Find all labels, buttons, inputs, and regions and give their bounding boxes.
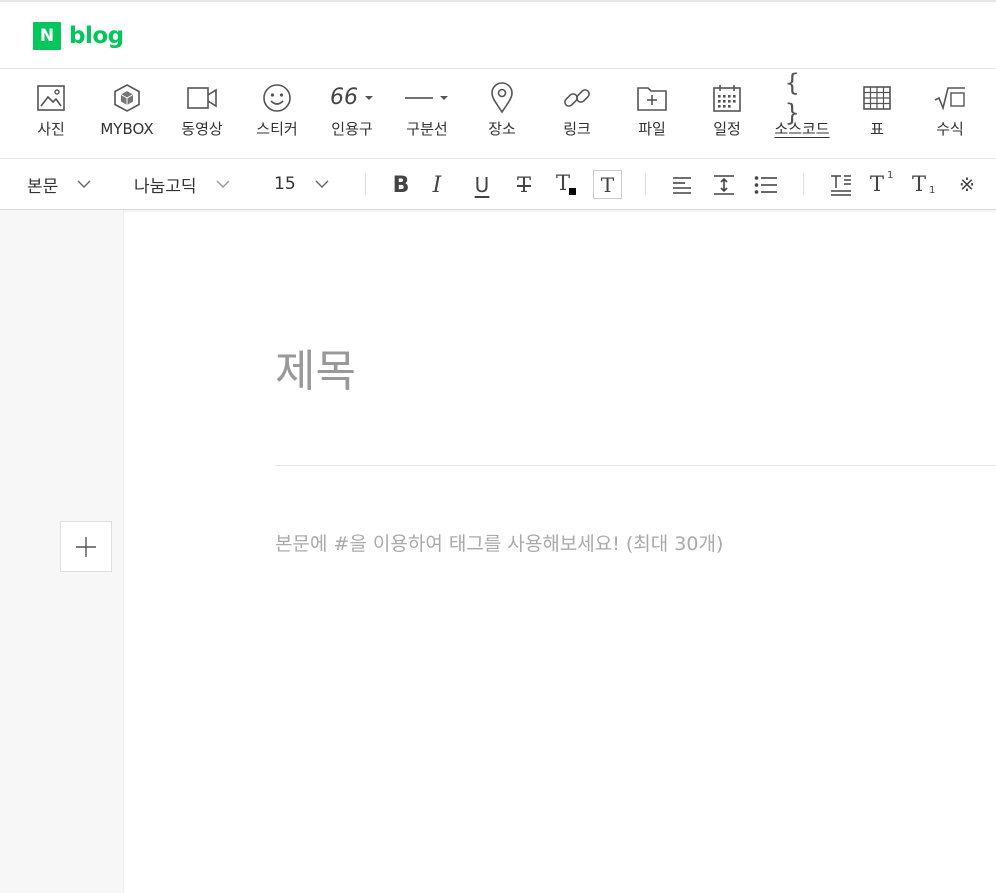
subscript-icon: T 1 [912,172,936,196]
italic-icon: I [432,172,442,198]
video-camera-icon [185,81,219,115]
table-grid-icon [860,81,894,115]
toolbar-divider [365,173,366,195]
bold-button[interactable]: B [386,170,416,200]
chevron-down-icon [215,179,231,189]
schedule-label: 일정 [713,120,741,138]
insert-place-button[interactable]: 장소 [467,81,537,147]
quote-label: 인용구 [331,120,373,138]
underline-button[interactable]: U [467,170,497,200]
letter-spacing-icon [829,174,853,196]
sticker-label: 스티커 [256,120,298,138]
bold-icon: B [392,172,410,198]
insert-source-code-button[interactable]: { } 소스코드 [767,69,837,147]
insert-photo-button[interactable]: 사진 [16,81,86,147]
special-character-button[interactable]: ※ [952,170,982,200]
align-button[interactable] [667,170,697,200]
insert-sticker-button[interactable]: 스티커 [242,81,312,147]
body-input[interactable]: 본문에 #을 이용하여 태그를 사용해보세요! (최대 30개) [275,530,723,558]
divider-label: 구분선 [406,120,448,138]
insert-divider-button[interactable]: 구분선 [392,81,462,147]
insert-video-button[interactable]: 동영상 [167,81,237,147]
calendar-icon [710,81,744,115]
paragraph-style-value: 본문 [27,176,59,197]
strikethrough-icon: T [516,173,531,197]
font-size-value: 15 [274,174,296,194]
folder-plus-icon [635,81,669,115]
superscript-button[interactable]: T 1 [867,170,897,200]
file-label: 파일 [638,120,666,138]
table-label: 표 [870,120,884,138]
insert-toolbar: 사진 MYBOX 동영상 스티커 66 인용구 구분선 장소 링크 파일 일정 … [0,69,996,159]
logo-text: blog [69,23,124,49]
source-code-label: 소스코드 [774,120,830,138]
line-height-button[interactable] [709,170,739,200]
subscript-button[interactable]: T 1 [909,170,939,200]
align-left-icon [672,176,692,194]
superscript-icon: T 1 [870,170,894,196]
square-root-formula-icon [933,81,967,115]
font-family-select[interactable]: 나눔고딕 [134,159,231,209]
naver-blog-logo[interactable]: N blog [33,22,124,50]
reference-mark-icon: ※ [959,174,975,196]
font-family-value: 나눔고딕 [134,176,197,197]
title-divider [275,465,996,466]
chevron-down-icon [76,179,92,189]
insert-file-button[interactable]: 파일 [617,81,687,147]
line-height-icon [713,174,735,196]
italic-button[interactable]: I [422,170,452,200]
blog-editor: N blog 사진 MYBOX 동영상 스티커 66 인용구 구분선 장소 링크… [0,0,996,893]
toolbar-divider [803,173,804,195]
title-input[interactable]: 제목 [275,340,356,404]
strikethrough-button[interactable]: T [509,170,539,200]
braces-code-icon: { } [785,69,800,127]
link-chain-icon [560,81,594,115]
bullet-list-icon [754,175,778,195]
insert-link-button[interactable]: 링크 [542,81,612,147]
photo-icon [34,81,68,115]
paragraph-style-select[interactable]: 본문 [27,159,92,209]
smiley-sticker-icon [260,81,294,115]
photo-label: 사진 [37,120,65,138]
mybox-label: MYBOX [100,120,154,138]
caret-down-icon [365,96,373,100]
divider-line-icon [399,81,455,115]
link-label: 링크 [563,120,591,138]
background-color-button[interactable]: T [593,170,622,199]
naver-n-icon: N [33,22,61,50]
quote-icon: 66 [324,81,380,115]
insert-formula-button[interactable]: 수식 [915,81,985,147]
top-header: N blog [0,0,996,69]
caret-down-icon [440,96,448,100]
bullet-list-button[interactable] [751,170,781,200]
insert-quote-button[interactable]: 66 인용구 [317,81,387,147]
letter-spacing-button[interactable] [826,170,856,200]
add-component-button[interactable] [60,521,112,572]
mybox-cube-icon [110,81,144,115]
background-color-icon: T [600,172,615,197]
place-label: 장소 [488,120,516,138]
plus-icon [75,536,97,558]
text-color-icon: T [554,171,578,197]
video-label: 동영상 [181,120,223,138]
chevron-down-icon [314,179,330,189]
map-pin-icon [485,81,519,115]
font-size-select[interactable]: 15 [274,159,330,209]
formula-label: 수식 [936,120,964,138]
format-toolbar: 본문 나눔고딕 15 B I U T T T T 1 T 1 ※ [0,159,996,210]
text-color-button[interactable]: T [551,170,581,200]
insert-mybox-button[interactable]: MYBOX [92,81,162,147]
insert-schedule-button[interactable]: 일정 [692,81,762,147]
underline-icon: U [474,173,490,197]
toolbar-divider [645,173,646,195]
insert-table-button[interactable]: 표 [842,81,912,147]
